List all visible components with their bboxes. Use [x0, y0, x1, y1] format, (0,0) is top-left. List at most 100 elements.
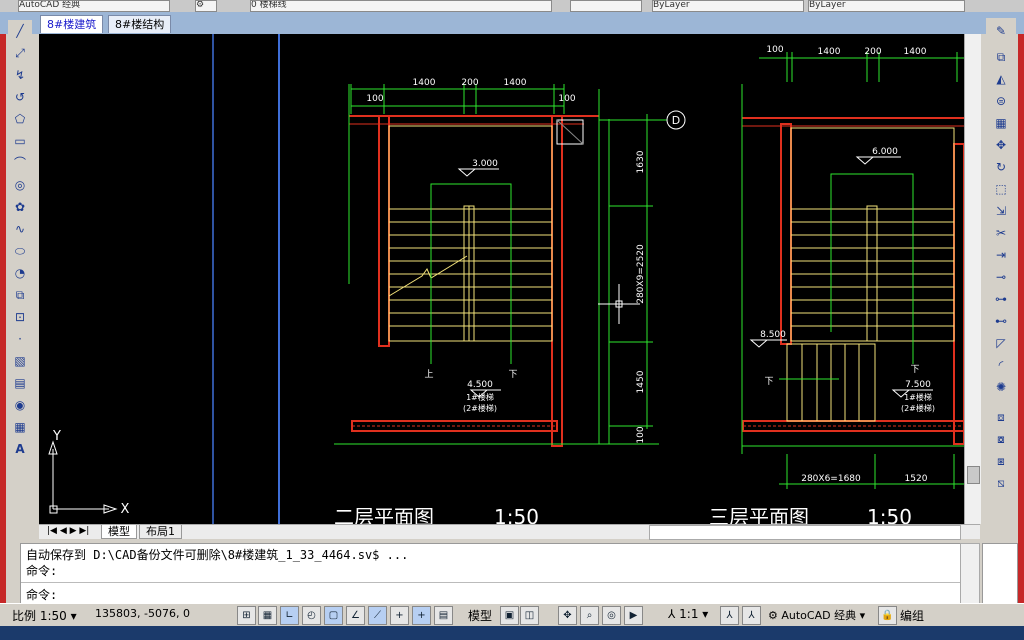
model-space-button[interactable]: 模型 — [468, 607, 492, 624]
spline-icon[interactable]: ∿ — [10, 220, 30, 238]
break-point-icon[interactable]: ⊸ — [990, 268, 1012, 286]
stair-label: 1#楼梯 — [904, 392, 932, 402]
osnap-toggle[interactable]: ▢ — [324, 606, 343, 625]
fillet-icon[interactable]: ◜ — [990, 356, 1012, 374]
layer-dropdown[interactable]: 0 楼梯线 — [250, 0, 552, 12]
left-stair-plan: 1400 200 1400 100 100 3.000 4.500 1#楼梯 (… — [334, 78, 686, 524]
scale-dropdown[interactable]: 比例 1:50 ▾ — [12, 607, 77, 624]
copy-icon[interactable]: ⧉ — [990, 48, 1012, 66]
linetype-dropdown[interactable]: ByLayer — [808, 0, 965, 12]
make-block-icon[interactable]: ⊡ — [10, 308, 30, 326]
stair-sublabel: (2#楼梯) — [463, 403, 497, 413]
draw-toolbar: ╱ ⤢ ↯ ↺ ⬠ ▭ ⌒ ◎ ✿ ∿ ⬭ ◔ ⧉ ⊡ · ▧ ▤ ◉ ▦ A — [8, 20, 32, 456]
line-icon[interactable]: ╱ — [10, 22, 30, 40]
ellipse-arc-icon[interactable]: ◔ — [10, 264, 30, 282]
point-icon[interactable]: · — [10, 330, 30, 348]
otrack-toggle[interactable]: ∠ — [346, 606, 365, 625]
draworder-under-icon[interactable]: ⧅ — [990, 474, 1012, 492]
horizontal-scrollbar[interactable] — [649, 525, 961, 540]
qp-toggle[interactable]: ▤ — [434, 606, 453, 625]
layer-tools[interactable] — [570, 0, 642, 12]
tab-nav-arrows[interactable]: |◀ ◀ ▶ ▶| — [41, 525, 95, 538]
rectangle-icon[interactable]: ▭ — [10, 132, 30, 150]
plan-title: 三层平面图 — [709, 505, 809, 524]
workspace-switch[interactable]: ⚙ AutoCAD 经典 ▾ — [768, 607, 865, 623]
break-icon[interactable]: ⊶ — [990, 290, 1012, 308]
ortho-toggle[interactable]: ∟ — [280, 606, 299, 625]
quick-view-drawings-icon[interactable]: ◫ — [520, 606, 539, 625]
polygon-icon[interactable]: ⬠ — [10, 110, 30, 128]
showmotion-icon[interactable]: ▶ — [624, 606, 643, 625]
revcloud-icon[interactable]: ✿ — [10, 198, 30, 216]
gradient-icon[interactable]: ▤ — [10, 374, 30, 392]
command-window[interactable]: 自动保存到 D:\CAD备份文件可删除\8#楼建筑_1_33_4464.sv$ … — [20, 543, 962, 605]
modify-toolbar: ✎ ⧉ ◭ ⊜ ▦ ✥ ↻ ⬚ ⇲ ✂ ⇥ ⊸ ⊶ ⊷ ◸ ◜ ✺ ⧈ ⧇ ⧆ … — [986, 18, 1016, 498]
polyline-icon[interactable]: ↯ — [10, 66, 30, 84]
elevation-label: 3.000 — [472, 159, 498, 169]
quick-view-layouts-icon[interactable]: ▣ — [500, 606, 519, 625]
erase-icon[interactable]: ✎ — [990, 22, 1012, 40]
draworder-above-icon[interactable]: ⧆ — [990, 452, 1012, 470]
hatch-icon[interactable]: ▧ — [10, 352, 30, 370]
chamfer-icon[interactable]: ◸ — [990, 334, 1012, 352]
dim-label: 100 — [366, 94, 383, 104]
workspace-dropdown[interactable]: AutoCAD 经典 — [18, 0, 170, 12]
draworder-front-icon[interactable]: ⧈ — [990, 408, 1012, 426]
dim-label: 1400 — [413, 78, 436, 88]
gear-icon[interactable]: ⚙ — [195, 0, 217, 12]
vertical-scrollbar[interactable] — [964, 34, 981, 524]
tab-model[interactable]: 模型 — [101, 525, 137, 539]
ducs-toggle[interactable]: ⟋ — [368, 606, 387, 625]
extend-icon[interactable]: ⇥ — [990, 246, 1012, 264]
offset-icon[interactable]: ⊜ — [990, 92, 1012, 110]
dim-label: 1400 — [504, 78, 527, 88]
command-side-panel — [982, 543, 1018, 605]
doc-tab-architecture[interactable]: 8#楼建筑 — [40, 15, 104, 33]
lwt-toggle[interactable]: + — [412, 606, 431, 625]
circle-icon[interactable]: ◎ — [10, 176, 30, 194]
auto-scale-icon[interactable]: ⅄ — [742, 606, 761, 625]
color-dropdown[interactable]: ByLayer — [652, 0, 804, 12]
grid-toggle[interactable]: ▦ — [258, 606, 277, 625]
steering-wheel-icon[interactable]: ◎ — [602, 606, 621, 625]
scale-icon[interactable]: ⬚ — [990, 180, 1012, 198]
trim-icon[interactable]: ✂ — [990, 224, 1012, 242]
dim-label: 100 — [558, 94, 575, 104]
mtext-icon[interactable]: A — [10, 440, 30, 458]
rotate-icon[interactable]: ↻ — [990, 158, 1012, 176]
construction-line-icon[interactable]: ⤢ — [10, 44, 30, 62]
arc-icon[interactable]: ⌒ — [10, 154, 30, 172]
drawing-canvas[interactable]: 1400 200 1400 100 100 3.000 4.500 1#楼梯 (… — [39, 34, 964, 524]
polar-toggle[interactable]: ◴ — [302, 606, 321, 625]
draworder-back-icon[interactable]: ⧇ — [990, 430, 1012, 448]
mirror-icon[interactable]: ◭ — [990, 70, 1012, 88]
pan-icon[interactable]: ✥ — [558, 606, 577, 625]
annotation-visibility-icon[interactable]: ⅄ — [720, 606, 739, 625]
stair-label: 1#楼梯 — [466, 392, 494, 402]
region-icon[interactable]: ◉ — [10, 396, 30, 414]
command-history-line: 自动保存到 D:\CAD备份文件可删除\8#楼建筑_1_33_4464.sv$ … — [26, 548, 409, 562]
insert-block-icon[interactable]: ⧉ — [10, 286, 30, 304]
explode-icon[interactable]: ✺ — [990, 378, 1012, 396]
status-bar: 比例 1:50 ▾ 135803, -5076, 0 ⊞ ▦ ∟ ◴ ▢ ∠ ⟋… — [0, 603, 1024, 626]
dyn-toggle[interactable]: + — [390, 606, 409, 625]
arc-polyline-icon[interactable]: ↺ — [10, 88, 30, 106]
snap-toggle[interactable]: ⊞ — [237, 606, 256, 625]
command-scrollbar[interactable] — [960, 543, 980, 605]
annotation-scale-dropdown[interactable]: ⅄ 1:1 ▾ — [668, 607, 708, 621]
tab-layout1[interactable]: 布局1 — [139, 525, 182, 539]
stretch-icon[interactable]: ⇲ — [990, 202, 1012, 220]
command-prompt[interactable]: 命令: — [26, 586, 57, 603]
ellipse-icon[interactable]: ⬭ — [10, 242, 30, 260]
elevation-label: 8.500 — [760, 330, 786, 340]
table-icon[interactable]: ▦ — [10, 418, 30, 436]
zoom-icon[interactable]: ⌕ — [580, 606, 599, 625]
lock-icon[interactable]: 🔒 — [878, 606, 897, 625]
move-icon[interactable]: ✥ — [990, 136, 1012, 154]
ucs-x-label: X — [121, 502, 130, 517]
doc-tab-structure[interactable]: 8#楼结构 — [108, 15, 172, 33]
stair-sublabel: (2#楼梯) — [901, 403, 935, 413]
join-icon[interactable]: ⊷ — [990, 312, 1012, 330]
scrollbar-thumb[interactable] — [967, 466, 980, 484]
array-icon[interactable]: ▦ — [990, 114, 1012, 132]
